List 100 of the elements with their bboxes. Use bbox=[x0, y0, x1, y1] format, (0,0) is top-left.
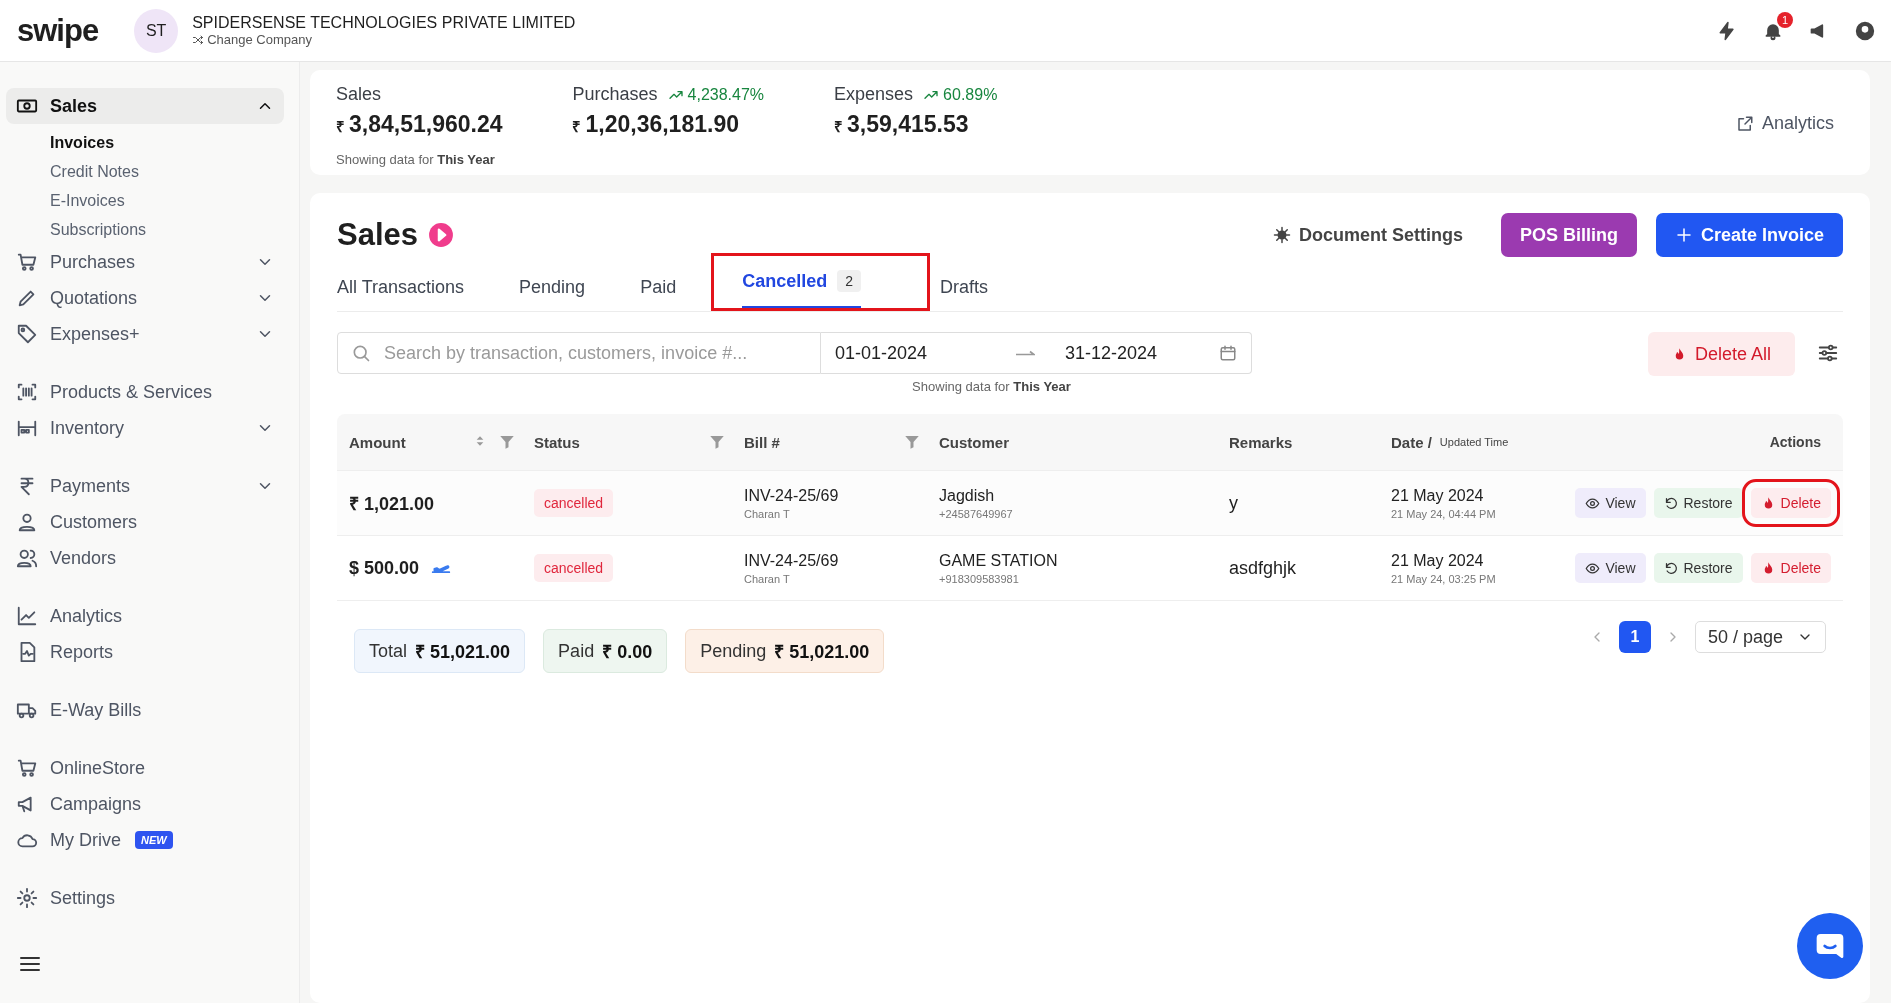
updated-time: 21 May 24, 04:44 PM bbox=[1391, 507, 1497, 520]
bill-number[interactable]: INV-24-25/69 bbox=[744, 551, 939, 570]
sidebar-item[interactable]: Vendors bbox=[6, 540, 284, 576]
search-field[interactable]: Search by transaction, customers, invoice #... bbox=[337, 332, 821, 374]
sidebar-item[interactable]: Inventory bbox=[6, 410, 284, 446]
created-by: Charan T bbox=[744, 572, 791, 585]
create-invoice-button[interactable]: Create Invoice bbox=[1655, 213, 1843, 257]
sliders-icon bbox=[1817, 342, 1839, 364]
view-button[interactable]: View bbox=[1575, 488, 1646, 518]
column-header[interactable]: Remarks bbox=[1229, 433, 1391, 451]
user-icon bbox=[16, 511, 38, 533]
tab[interactable]: Cancelled 2 bbox=[742, 256, 861, 308]
change-company-link[interactable]: Change Company bbox=[192, 32, 576, 47]
date-cell-text: 21 May 2024 bbox=[1391, 551, 1485, 570]
column-header[interactable]: Bill # bbox=[744, 433, 939, 451]
sidebar-item[interactable]: OnlineStore bbox=[6, 750, 284, 786]
customer-name: Jagdish bbox=[939, 486, 996, 505]
stat-label: Purchases bbox=[572, 84, 658, 105]
page-button[interactable]: 1 bbox=[1618, 621, 1651, 653]
sidebar-item[interactable]: Settings bbox=[6, 880, 284, 916]
status-tag: cancelled bbox=[534, 554, 614, 582]
sidebar-item[interactable]: Campaigns bbox=[6, 786, 284, 822]
analytics-link[interactable]: Analytics bbox=[1735, 113, 1834, 134]
column-header[interactable]: Status bbox=[534, 433, 744, 451]
eye-icon bbox=[1585, 495, 1601, 511]
chart-icon bbox=[16, 605, 38, 627]
tab[interactable]: Paid bbox=[640, 265, 677, 311]
page-size-select[interactable]: 50 / page bbox=[1694, 621, 1826, 653]
sidebar-item[interactable]: Payments bbox=[6, 468, 284, 504]
app-logo[interactable]: swipe bbox=[17, 12, 99, 49]
remarks-cell-text: asdfghjk bbox=[1229, 557, 1298, 579]
stat-label: Expenses bbox=[834, 84, 914, 105]
barcode-icon bbox=[16, 381, 38, 403]
amount-cell-text: ₹ 1,021.00 bbox=[349, 493, 435, 515]
sidebar-subitem[interactable]: E-Invoices bbox=[50, 186, 293, 215]
updated-time: 21 May 24, 03:25 PM bbox=[1391, 572, 1497, 585]
amount-cell: $ 500.00 bbox=[349, 557, 420, 579]
new-badge: NEW bbox=[135, 831, 173, 849]
cart-icon bbox=[16, 251, 38, 273]
document-settings-button[interactable]: Document Settings bbox=[1253, 213, 1482, 257]
sidebar-item[interactable]: My Drive NEW bbox=[6, 822, 284, 858]
sidebar-subitem[interactable]: Invoices bbox=[50, 128, 293, 157]
notification-badge: 1 bbox=[1777, 11, 1793, 28]
cart-icon bbox=[16, 757, 38, 779]
date-cell-text: 21 May 2024 bbox=[1391, 486, 1485, 505]
pending-summary: Pending ₹ 51,021.00 bbox=[685, 629, 885, 673]
filter-icon bbox=[708, 433, 726, 451]
period-note: Showing data for This Year bbox=[336, 152, 495, 167]
customer-phone: +918309583981 bbox=[939, 572, 1020, 585]
plus-icon bbox=[1674, 226, 1693, 244]
column-header[interactable]: Customer bbox=[939, 433, 1229, 451]
external-link-icon bbox=[1735, 114, 1754, 133]
delete-all-button[interactable]: Delete All bbox=[1647, 332, 1795, 376]
filter-icon bbox=[498, 433, 516, 451]
sidebar-item[interactable]: Reports bbox=[6, 634, 284, 670]
restore-button[interactable]: Restore bbox=[1653, 553, 1743, 583]
tab[interactable]: Drafts bbox=[940, 265, 988, 311]
total-summary: Total ₹ 51,021.00 bbox=[354, 629, 526, 673]
pos-billing-button[interactable]: POS Billing bbox=[1500, 213, 1637, 257]
account-icon bbox=[1855, 20, 1875, 41]
sidebar-item[interactable]: Expenses+ bbox=[6, 316, 284, 352]
customer-name: GAME STATION bbox=[939, 551, 1059, 570]
sidebar-item[interactable]: Products & Services bbox=[6, 374, 284, 410]
undo-icon bbox=[1663, 495, 1679, 511]
delete-button[interactable]: Delete bbox=[1750, 553, 1831, 583]
sidebar-subitem[interactable]: Subscriptions bbox=[50, 215, 293, 244]
sidebar-item[interactable]: Customers bbox=[6, 504, 284, 540]
tab[interactable]: All Transactions bbox=[337, 265, 465, 311]
stat-label: Sales bbox=[336, 84, 382, 105]
eye-icon bbox=[1585, 560, 1601, 576]
company-name: SPIDERSENSE TECHNOLOGIES PRIVATE LIMITED bbox=[192, 14, 576, 32]
users-icon bbox=[16, 547, 38, 569]
sidebar-subitem[interactable]: Credit Notes bbox=[50, 157, 293, 186]
column-header[interactable]: Actions bbox=[1566, 427, 1831, 457]
view-button[interactable]: View bbox=[1575, 553, 1646, 583]
column-header[interactable]: Amount bbox=[349, 433, 534, 451]
stat-value: ₹ 3,84,51,960.24 bbox=[336, 111, 503, 138]
sidebar-item[interactable]: Sales bbox=[6, 88, 284, 124]
filter-icon bbox=[903, 433, 921, 451]
created-by: Charan T bbox=[744, 507, 791, 520]
sidebar-item[interactable]: Quotations bbox=[6, 280, 284, 316]
column-header[interactable]: Date / Updated Time bbox=[1391, 433, 1566, 451]
stat-value: ₹ 3,59,415.53 bbox=[834, 111, 970, 138]
bill-number[interactable]: INV-24-25/69 bbox=[744, 486, 939, 505]
search-icon bbox=[351, 343, 371, 363]
tab[interactable]: Pending bbox=[519, 265, 586, 311]
remarks-cell-text: y bbox=[1229, 492, 1239, 514]
stat-change: 60.89% bbox=[923, 85, 998, 104]
tag-icon bbox=[16, 323, 38, 345]
restore-button[interactable]: Restore bbox=[1653, 488, 1743, 518]
status-tag: cancelled bbox=[534, 489, 614, 517]
sidebar-item[interactable]: E-Way Bills bbox=[6, 692, 284, 728]
calendar-icon bbox=[1219, 344, 1237, 362]
sidebar-item[interactable]: Analytics bbox=[6, 598, 284, 634]
page-title: Sales bbox=[337, 217, 418, 253]
lightning-icon bbox=[1717, 20, 1737, 41]
date-range-field[interactable]: 01-01-2024 31-12-2024 bbox=[821, 332, 1252, 374]
stat-change: 4,238.47% bbox=[667, 85, 765, 104]
sidebar-item[interactable]: Purchases bbox=[6, 244, 284, 280]
undo-icon bbox=[1663, 560, 1679, 576]
